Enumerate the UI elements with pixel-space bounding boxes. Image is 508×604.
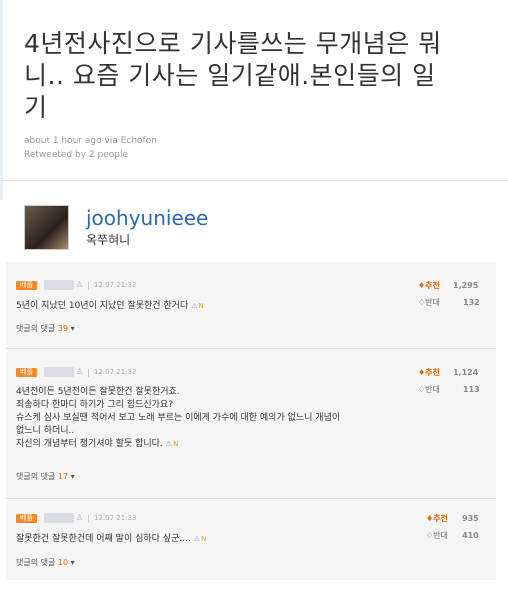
- best-badge: 베플: [16, 281, 37, 290]
- new-icon: N: [198, 302, 204, 310]
- tweet-line: 니.. 요즘 기사는 일기같애.본인들의 일: [24, 61, 436, 90]
- username-blurred[interactable]: [44, 280, 74, 290]
- recommend-label: 추천: [425, 368, 440, 377]
- comment-line: 4년전이든 5년전이든 잘못한건 잘못한거죠.: [16, 387, 180, 397]
- divider: [88, 515, 89, 523]
- tweet-card: 4년전사진으로 기사를쓰는 무개념은 뭐 니.. 요즘 기사는 일기같애.본인들…: [0, 0, 508, 250]
- comment-text: 4년전이든 5년전이든 잘못한건 잘못한거죠. 죄송하다 한마디 하기가 그리 …: [16, 386, 396, 451]
- reply-toggle[interactable]: 댓글의 댓글 39 ▾: [16, 323, 75, 334]
- divider: [88, 369, 89, 377]
- reply-count: 10: [57, 558, 69, 567]
- recommend-button[interactable]: ♦추천: [426, 513, 448, 524]
- divider: [88, 282, 89, 290]
- username-blurred[interactable]: [44, 513, 74, 523]
- oppose-button[interactable]: ♢반대: [426, 530, 448, 541]
- tweet-left-border: [0, 0, 3, 200]
- comment-line: 죄송하다 한마디 하기가 그리 힘드신가요?: [16, 400, 173, 410]
- oppose-count: 132: [463, 298, 480, 307]
- recommend-button[interactable]: ♦추천: [418, 280, 440, 291]
- recommend-label: 추천: [425, 281, 440, 290]
- comment-item: 베플 ♙ 12.07 21:32 ♦추천 1,124 ♢반대 113 4년전이든…: [6, 350, 496, 500]
- reply-toggle[interactable]: 댓글의 댓글 10 ▾: [16, 557, 75, 568]
- reply-count: 17: [57, 472, 69, 481]
- new-icon: N: [201, 535, 207, 543]
- divider: [6, 498, 496, 499]
- user-real-name: 옥쭈혀니: [86, 233, 131, 247]
- comment-date: 12.07 21:33: [94, 514, 137, 522]
- comment-line: 5년이 지났던 10년이 지났던 잘못한건 한거다: [16, 301, 189, 311]
- report-icon[interactable]: ⚠: [191, 300, 197, 313]
- oppose-label: 반대: [425, 298, 440, 307]
- best-badge: 베플: [16, 514, 37, 523]
- divider: [0, 180, 508, 181]
- recommend-count: 935: [462, 514, 479, 523]
- user-icon: ♙: [76, 513, 84, 522]
- user-icon: ♙: [76, 367, 84, 376]
- comment-text: 잘못한건 잘못한건데 어째 말이 심하다 싶군.... ⚠N: [16, 533, 396, 546]
- username-blurred[interactable]: [44, 367, 74, 377]
- comment-date: 12.07 21:32: [94, 368, 137, 376]
- oppose-label: 반대: [425, 385, 440, 394]
- comment-list: 베플 ♙ 12.07 21:32 ♦추천 1,295 ♢반대 132 5년이 지…: [6, 262, 496, 580]
- chevron-down-icon: ▾: [70, 472, 75, 481]
- reply-label: 댓글의 댓글: [16, 558, 56, 567]
- reply-label: 댓글의 댓글: [16, 324, 56, 333]
- oppose-button[interactable]: ♢반대: [418, 384, 440, 395]
- tweet-line: 4년전사진으로 기사를쓰는 무개념은 뭐: [24, 29, 442, 58]
- tweet-retweet-count[interactable]: Retweeted by 2 people: [24, 150, 128, 160]
- comment-line: 자신의 개념부터 챙기셔야 할듯 합니다.: [16, 439, 163, 449]
- report-icon[interactable]: ⚠: [194, 533, 200, 546]
- comment-line: 슈스케 심사 보실땐 적어서 보고 노래 부르는 이에게 가수에 대한 예의가 …: [16, 413, 341, 423]
- divider: [6, 348, 496, 349]
- reply-label: 댓글의 댓글: [16, 472, 56, 481]
- oppose-button[interactable]: ♢반대: [418, 297, 440, 308]
- tweet-text: 4년전사진으로 기사를쓰는 무개념은 뭐 니.. 요즘 기사는 일기같애.본인들…: [24, 28, 494, 124]
- comment-text: 5년이 지났던 10년이 지났던 잘못한건 한거다 ⚠N: [16, 300, 396, 313]
- recommend-label: 추천: [433, 514, 448, 523]
- comment-item: 베플 ♙ 12.07 21:33 ♦추천 935 ♢반대 410 잘못한건 잘못…: [6, 500, 496, 580]
- reply-count: 39: [57, 324, 69, 333]
- oppose-label: 반대: [433, 531, 448, 540]
- tweet-line: 기: [24, 93, 48, 122]
- new-icon: N: [173, 440, 179, 448]
- comment-item: 베플 ♙ 12.07 21:32 ♦추천 1,295 ♢반대 132 5년이 지…: [6, 262, 496, 342]
- comment-line: 잘못한건 잘못한건데 어째 말이 심하다 싶군....: [16, 534, 191, 544]
- avatar[interactable]: [24, 205, 69, 250]
- report-icon[interactable]: ⚠: [166, 438, 172, 451]
- recommend-count: 1,295: [453, 281, 479, 290]
- recommend-button[interactable]: ♦추천: [418, 367, 440, 378]
- comment-date: 12.07 21:32: [94, 281, 137, 289]
- tweet-timestamp: about 1 hour ago via Echofon: [24, 136, 157, 146]
- user-icon: ♙: [76, 280, 84, 289]
- comment-line: 없느니 하더니..: [16, 426, 75, 436]
- reply-toggle[interactable]: 댓글의 댓글 17 ▾: [16, 471, 75, 482]
- recommend-count: 1,124: [453, 368, 479, 377]
- chevron-down-icon: ▾: [70, 324, 75, 333]
- chevron-down-icon: ▾: [70, 558, 75, 567]
- user-handle[interactable]: joohyunieee: [86, 206, 208, 230]
- best-badge: 베플: [16, 368, 37, 377]
- oppose-count: 113: [463, 385, 480, 394]
- oppose-count: 410: [462, 531, 479, 540]
